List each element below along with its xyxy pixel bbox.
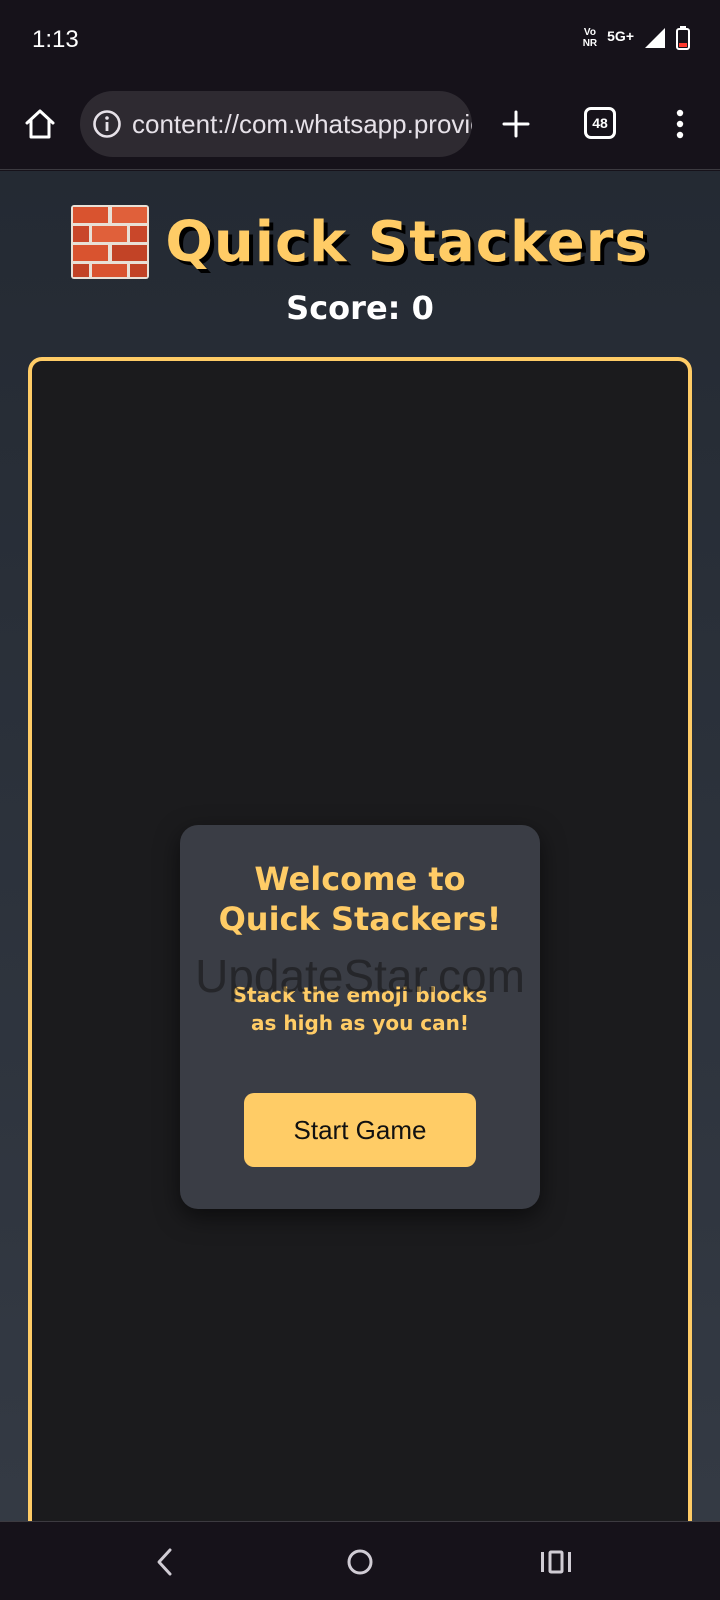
home-circle-icon[interactable]	[344, 1544, 376, 1580]
battery-icon	[676, 26, 690, 50]
title-row: Quick Stackers	[0, 199, 720, 285]
browser-toolbar: content://com.whatsapp.provider.media/it…	[0, 80, 720, 170]
recents-icon[interactable]	[538, 1544, 574, 1580]
web-page: Quick Stackers Score: 0 Welcome to Quick…	[0, 171, 720, 1521]
info-icon[interactable]	[92, 109, 122, 139]
brick-icon	[71, 205, 150, 279]
tabs-button[interactable]: 48	[584, 107, 616, 139]
url-text[interactable]: content://com.whatsapp.provider.media/it…	[132, 109, 472, 139]
back-icon[interactable]	[150, 1544, 182, 1580]
score-display: Score: 0	[286, 289, 434, 327]
system-nav-bar	[0, 1521, 720, 1600]
new-tab-button[interactable]	[496, 104, 536, 144]
status-time: 1:13	[32, 26, 79, 53]
home-icon	[25, 109, 55, 139]
welcome-modal: Welcome to Quick Stackers! Stack the emo…	[180, 825, 540, 1209]
game-title: Quick Stackers	[165, 209, 649, 275]
volte-indicator: Vo NR	[582, 27, 598, 49]
address-bar[interactable]: content://com.whatsapp.provider.media/it…	[80, 91, 472, 157]
signal-icon	[645, 28, 665, 48]
status-bar: 1:13 Vo NR 5G+	[0, 0, 720, 80]
network-type: 5G+	[607, 28, 634, 44]
home-button[interactable]	[20, 104, 60, 144]
modal-instructions: Stack the emoji blocks as high as you ca…	[232, 983, 488, 1035]
start-game-button[interactable]: Start Game	[244, 1093, 476, 1167]
modal-title: Welcome to Quick Stackers!	[218, 860, 502, 938]
more-menu-button[interactable]	[664, 104, 696, 144]
plus-icon	[502, 110, 530, 138]
more-vert-icon	[676, 109, 684, 139]
tab-count: 48	[592, 115, 608, 131]
status-icons: Vo NR 5G+	[583, 26, 690, 50]
